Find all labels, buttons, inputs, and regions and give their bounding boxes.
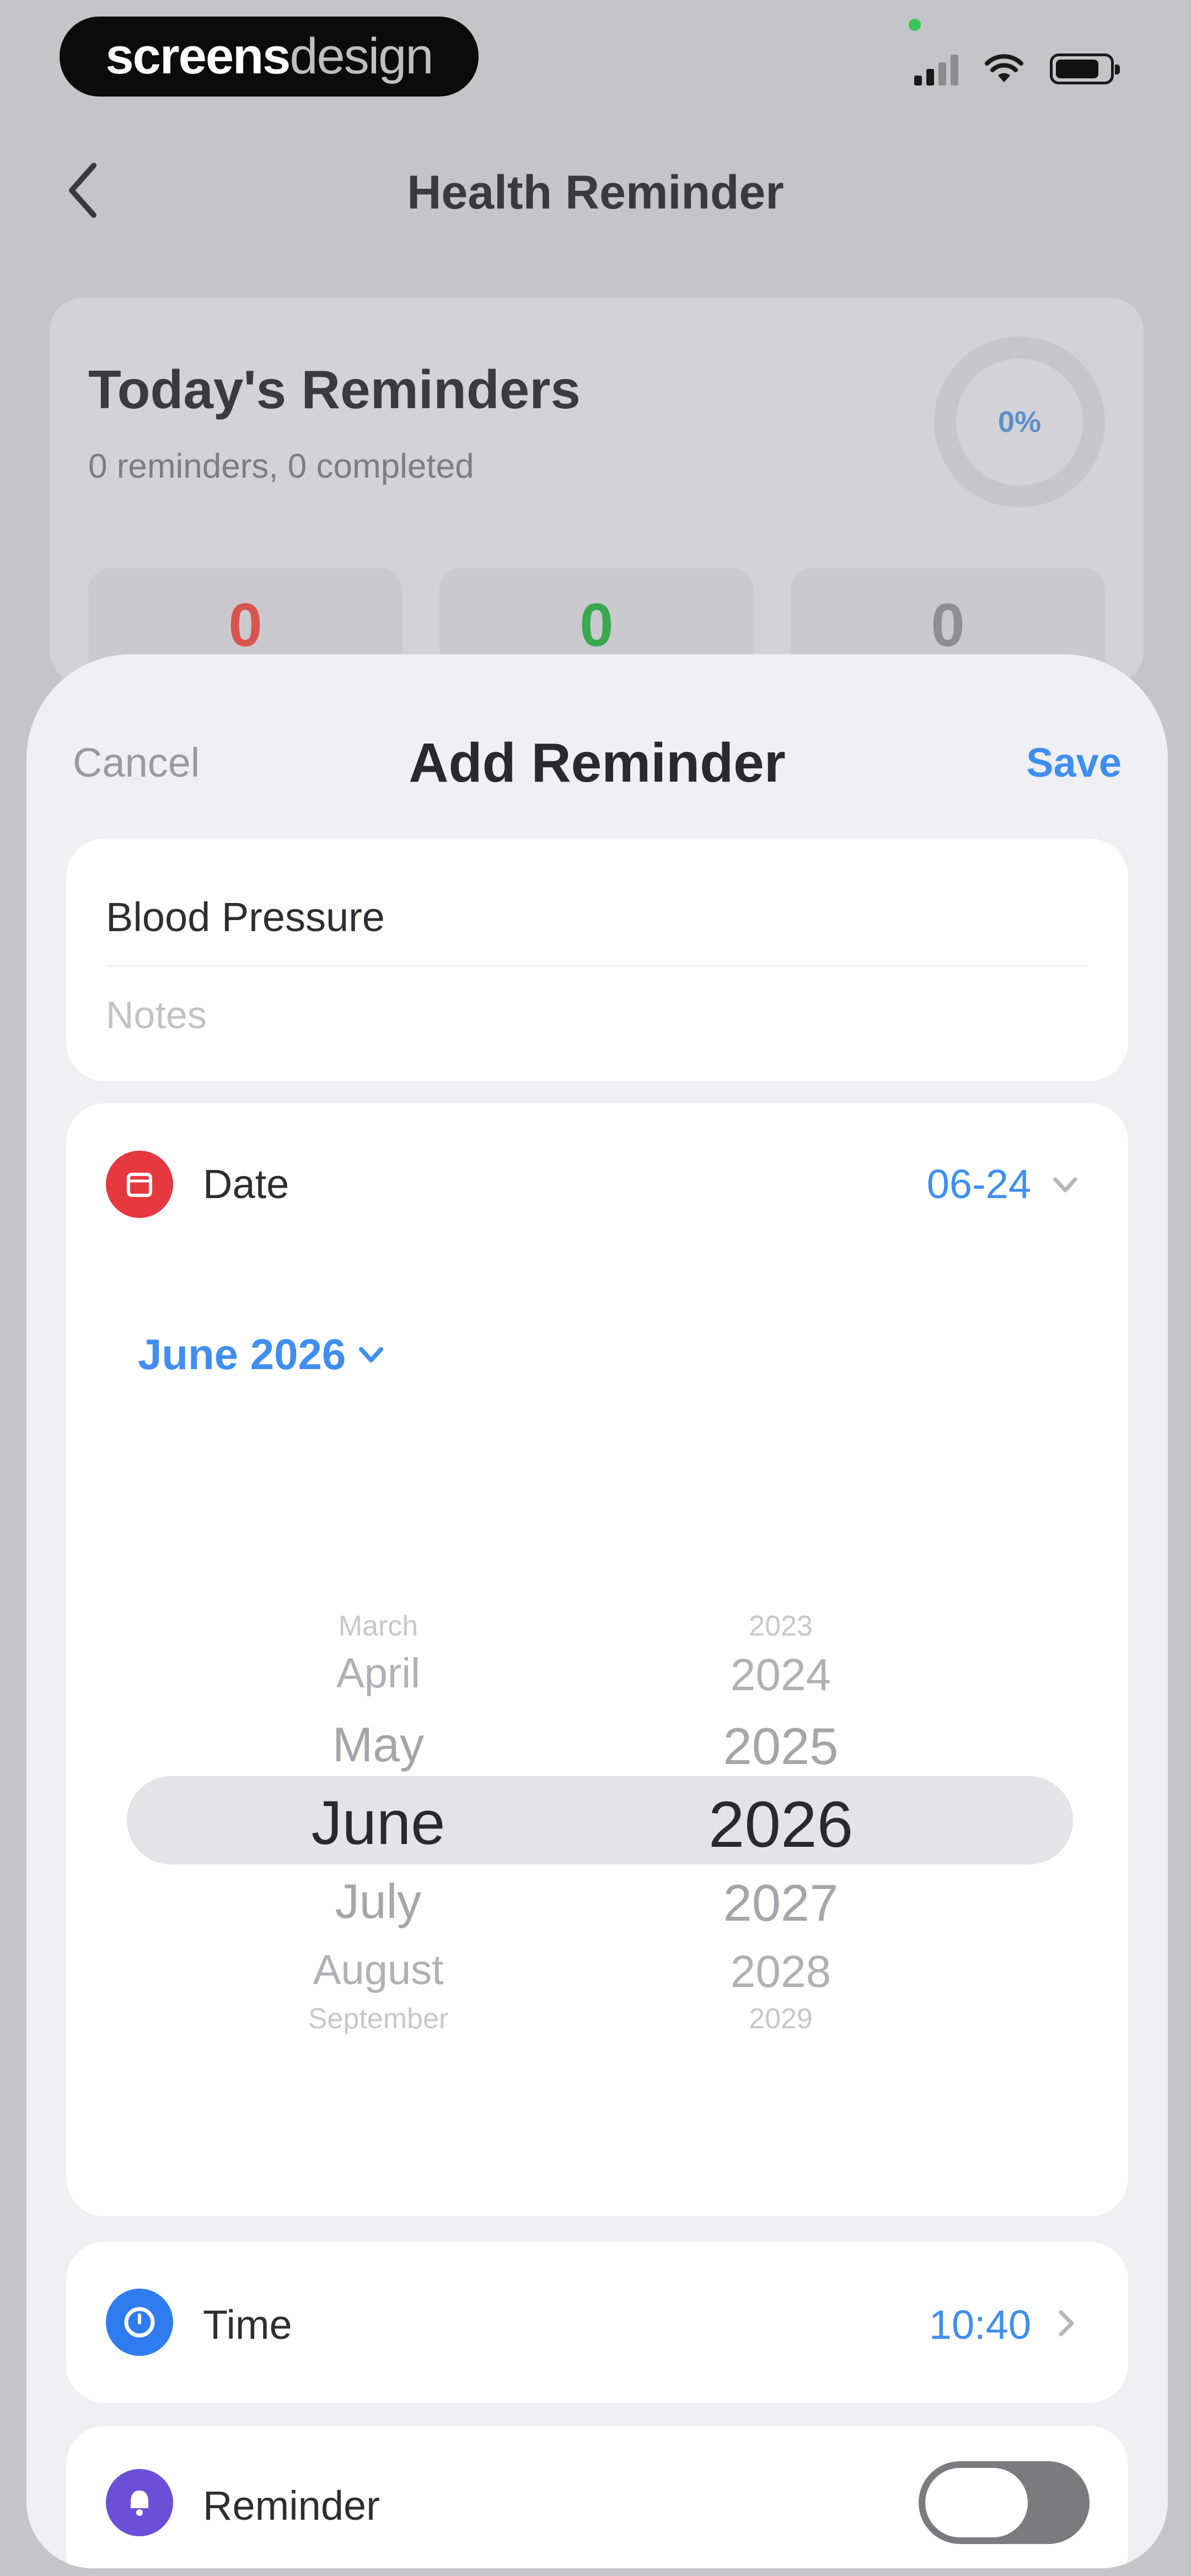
bell-icon: [106, 2469, 173, 2536]
picker-month-item[interactable]: March: [185, 1610, 571, 1643]
date-card: Date 06-24 June 2026 March April May Jun…: [66, 1103, 1128, 2216]
picker-month-item[interactable]: July: [185, 1873, 571, 1930]
toggle-knob: [925, 2468, 1028, 2537]
month-wheel[interactable]: March April May June July August Septemb…: [185, 1561, 571, 2057]
wifi-icon: [985, 54, 1023, 82]
time-label: Time: [203, 2302, 292, 2348]
picker-year-item[interactable]: 2024: [588, 1649, 974, 1701]
picker-year-item[interactable]: 2023: [588, 1610, 974, 1643]
cellular-signal-icon: [914, 52, 958, 85]
progress-percent: 0%: [997, 405, 1042, 439]
chevron-right-icon: [1059, 2310, 1074, 2337]
month-year-button[interactable]: June 2026: [138, 1329, 387, 1380]
picker-month-item[interactable]: May: [185, 1717, 571, 1773]
clock-icon: [106, 2289, 173, 2356]
watermark-logo: screens design: [60, 17, 479, 97]
picker-year-item[interactable]: 2025: [588, 1717, 974, 1776]
chevron-down-icon[interactable]: [1049, 1168, 1082, 1201]
summary-subtitle: 0 reminders, 0 completed: [88, 447, 474, 485]
picker-month-item[interactable]: April: [185, 1649, 571, 1697]
picker-year-selected[interactable]: 2026: [588, 1787, 974, 1862]
progress-ring: 0%: [934, 336, 1105, 507]
reminder-toggle[interactable]: [919, 2461, 1090, 2544]
picker-year-item[interactable]: 2027: [588, 1873, 974, 1933]
privacy-indicator: [909, 19, 921, 31]
divider: [106, 965, 1088, 966]
page-title: Health Reminder: [407, 166, 784, 219]
date-label: Date: [203, 1161, 289, 1207]
calendar-icon: [106, 1151, 173, 1218]
title-field[interactable]: Blood Pressure: [106, 894, 385, 940]
watermark-text-1: screens: [105, 28, 291, 84]
notes-field[interactable]: Notes: [106, 993, 207, 1037]
month-year-picker[interactable]: March April May June July August Septemb…: [127, 1561, 1073, 2057]
chevron-down-icon: [359, 1346, 384, 1362]
reminder-label: Reminder: [203, 2483, 380, 2529]
summary-card: Today's Reminders 0 reminders, 0 complet…: [50, 298, 1144, 712]
title-notes-card: Blood Pressure Notes: [66, 838, 1128, 1081]
picker-year-item[interactable]: 2028: [588, 1946, 974, 1998]
year-wheel[interactable]: 2023 2024 2025 2026 2027 2028 2029: [588, 1561, 974, 2057]
watermark-text-2: design: [289, 28, 433, 84]
sheet-title: Add Reminder: [409, 732, 786, 794]
battery-icon: [1050, 54, 1120, 84]
summary-title: Today's Reminders: [88, 359, 581, 420]
picker-month-item[interactable]: September: [185, 2002, 571, 2035]
time-card[interactable]: Time 10:40: [66, 2242, 1128, 2403]
month-year-label: June 2026: [138, 1330, 346, 1378]
save-button[interactable]: Save: [1026, 739, 1122, 786]
picker-month-selected[interactable]: June: [185, 1787, 571, 1858]
date-value[interactable]: 06-24: [927, 1161, 1031, 1207]
add-reminder-sheet: Cancel Add Reminder Save Blood Pressure …: [26, 654, 1168, 2568]
time-value[interactable]: 10:40: [929, 2301, 1031, 2348]
reminder-card: Reminder: [66, 2426, 1128, 2568]
picker-year-item[interactable]: 2029: [588, 2002, 974, 2035]
status-bar-icons: [914, 50, 1120, 88]
picker-month-item[interactable]: August: [185, 1946, 571, 1994]
